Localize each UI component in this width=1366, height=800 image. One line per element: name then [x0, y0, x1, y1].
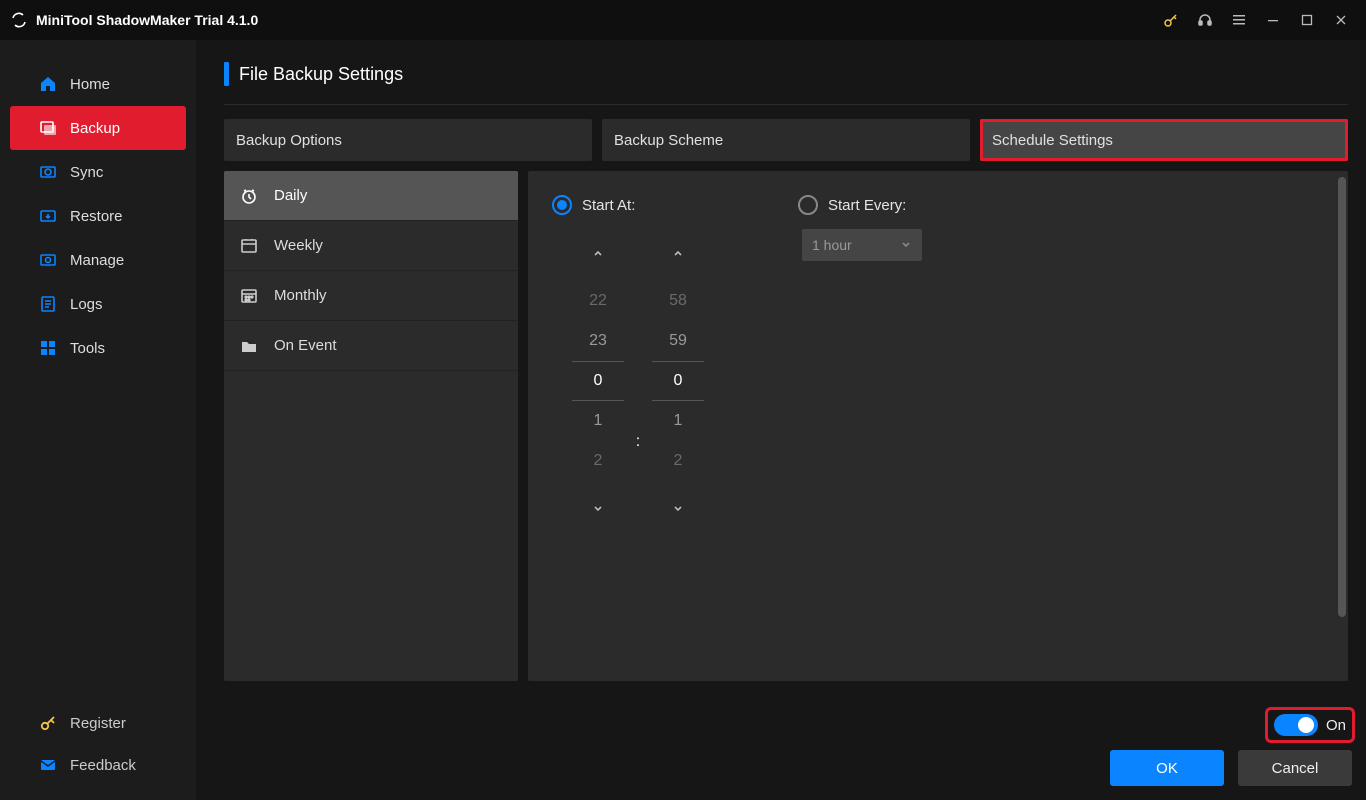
app-logo-icon — [10, 11, 28, 29]
restore-icon — [38, 206, 58, 226]
home-icon — [38, 74, 58, 94]
radio-start-every[interactable] — [798, 195, 818, 215]
sidebar-item-sync[interactable]: Sync — [0, 150, 196, 194]
sidebar-item-backup[interactable]: Backup — [10, 106, 186, 150]
schedule-enable-toggle-wrap: On — [1268, 710, 1352, 740]
folder-icon — [238, 335, 260, 357]
backup-icon — [38, 118, 58, 138]
hour-column: 22 23 0 1 2 — [572, 239, 624, 523]
minute-selected[interactable]: 0 — [652, 361, 704, 401]
sidebar-item-label: Home — [70, 76, 110, 93]
sidebar-item-logs[interactable]: Logs — [0, 282, 196, 326]
sidebar: Home Backup Sync Restore Manage Logs — [0, 40, 196, 800]
tab-bar: Backup Options Backup Scheme Schedule Se… — [224, 119, 1348, 161]
main-panel: File Backup Settings Backup Options Back… — [196, 40, 1366, 800]
start-every-group: Start Every: 1 hour — [798, 195, 922, 261]
sidebar-item-restore[interactable]: Restore — [0, 194, 196, 238]
ok-button[interactable]: OK — [1110, 750, 1224, 786]
key-icon — [38, 713, 58, 733]
scrollbar[interactable] — [1338, 177, 1346, 617]
frequency-monthly[interactable]: Monthly — [224, 271, 518, 321]
tab-label: Schedule Settings — [992, 132, 1113, 149]
headset-icon[interactable] — [1188, 5, 1222, 35]
tab-label: Backup Options — [236, 132, 342, 149]
clock-icon — [238, 185, 260, 207]
interval-selected-value: 1 hour — [812, 237, 852, 253]
sidebar-feedback-label: Feedback — [70, 757, 136, 774]
time-picker: 22 23 0 1 2 — [572, 239, 704, 523]
frequency-label: Weekly — [274, 237, 323, 254]
chevron-down-icon — [900, 237, 912, 253]
time-separator: : — [624, 239, 652, 523]
time-colon: : — [636, 422, 640, 462]
page-title-accent — [224, 62, 229, 86]
hour-cell[interactable]: 2 — [572, 441, 624, 481]
sidebar-item-label: Logs — [70, 296, 103, 313]
sidebar-item-label: Tools — [70, 340, 105, 357]
sidebar-item-label: Backup — [70, 120, 120, 137]
calendar-week-icon — [238, 235, 260, 257]
sync-icon — [38, 162, 58, 182]
tools-icon — [38, 338, 58, 358]
hour-cell[interactable]: 23 — [572, 321, 624, 361]
sidebar-register-label: Register — [70, 715, 126, 732]
tab-schedule-settings[interactable]: Schedule Settings — [980, 119, 1348, 161]
start-at-label: Start At: — [582, 197, 635, 214]
frequency-label: On Event — [274, 337, 337, 354]
sidebar-item-home[interactable]: Home — [0, 62, 196, 106]
sidebar-feedback[interactable]: Feedback — [0, 744, 196, 786]
hour-cell[interactable]: 1 — [572, 401, 624, 441]
toggle-label: On — [1326, 717, 1346, 734]
app-title: MiniTool ShadowMaker Trial 4.1.0 — [36, 12, 258, 28]
sidebar-item-manage[interactable]: Manage — [0, 238, 196, 282]
cancel-button[interactable]: Cancel — [1238, 750, 1352, 786]
schedule-detail-panel: Start At: 22 23 0 — [528, 171, 1348, 681]
minimize-button[interactable] — [1256, 5, 1290, 35]
sidebar-item-label: Sync — [70, 164, 103, 181]
hour-selected[interactable]: 0 — [572, 361, 624, 401]
calendar-month-icon — [238, 285, 260, 307]
frequency-label: Monthly — [274, 287, 327, 304]
sidebar-item-label: Manage — [70, 252, 124, 269]
start-at-group: Start At: 22 23 0 — [552, 195, 704, 523]
frequency-label: Daily — [274, 187, 307, 204]
sidebar-item-label: Restore — [70, 208, 123, 225]
tab-label: Backup Scheme — [614, 132, 723, 149]
title-bar: MiniTool ShadowMaker Trial 4.1.0 — [0, 0, 1366, 40]
mail-icon — [38, 755, 58, 775]
close-button[interactable] — [1324, 5, 1358, 35]
start-every-label: Start Every: — [828, 197, 906, 214]
radio-start-at[interactable] — [552, 195, 572, 215]
frequency-daily[interactable]: Daily — [224, 171, 518, 221]
minute-cell[interactable]: 59 — [652, 321, 704, 361]
frequency-weekly[interactable]: Weekly — [224, 221, 518, 271]
minute-cell[interactable]: 2 — [652, 441, 704, 481]
menu-icon[interactable] — [1222, 5, 1256, 35]
minute-cell[interactable]: 58 — [652, 281, 704, 321]
manage-icon — [38, 250, 58, 270]
hour-down-button[interactable] — [592, 495, 604, 523]
tab-backup-options[interactable]: Backup Options — [224, 119, 592, 161]
minute-cell[interactable]: 1 — [652, 401, 704, 441]
license-key-icon[interactable] — [1154, 5, 1188, 35]
cancel-button-label: Cancel — [1272, 760, 1319, 777]
frequency-on-event[interactable]: On Event — [224, 321, 518, 371]
hour-cell[interactable]: 22 — [572, 281, 624, 321]
minute-down-button[interactable] — [672, 495, 684, 523]
sidebar-item-tools[interactable]: Tools — [0, 326, 196, 370]
frequency-list: Daily Weekly Monthly On Event — [224, 171, 518, 681]
divider — [224, 104, 1348, 105]
minute-up-button[interactable] — [672, 239, 684, 267]
interval-dropdown[interactable]: 1 hour — [802, 229, 922, 261]
maximize-button[interactable] — [1290, 5, 1324, 35]
logs-icon — [38, 294, 58, 314]
schedule-enable-toggle[interactable] — [1274, 714, 1318, 736]
ok-button-label: OK — [1156, 760, 1178, 777]
sidebar-register[interactable]: Register — [0, 702, 196, 744]
tab-backup-scheme[interactable]: Backup Scheme — [602, 119, 970, 161]
page-title: File Backup Settings — [239, 64, 403, 85]
hour-up-button[interactable] — [592, 239, 604, 267]
page-header: File Backup Settings — [224, 62, 1356, 86]
minute-column: 58 59 0 1 2 — [652, 239, 704, 523]
